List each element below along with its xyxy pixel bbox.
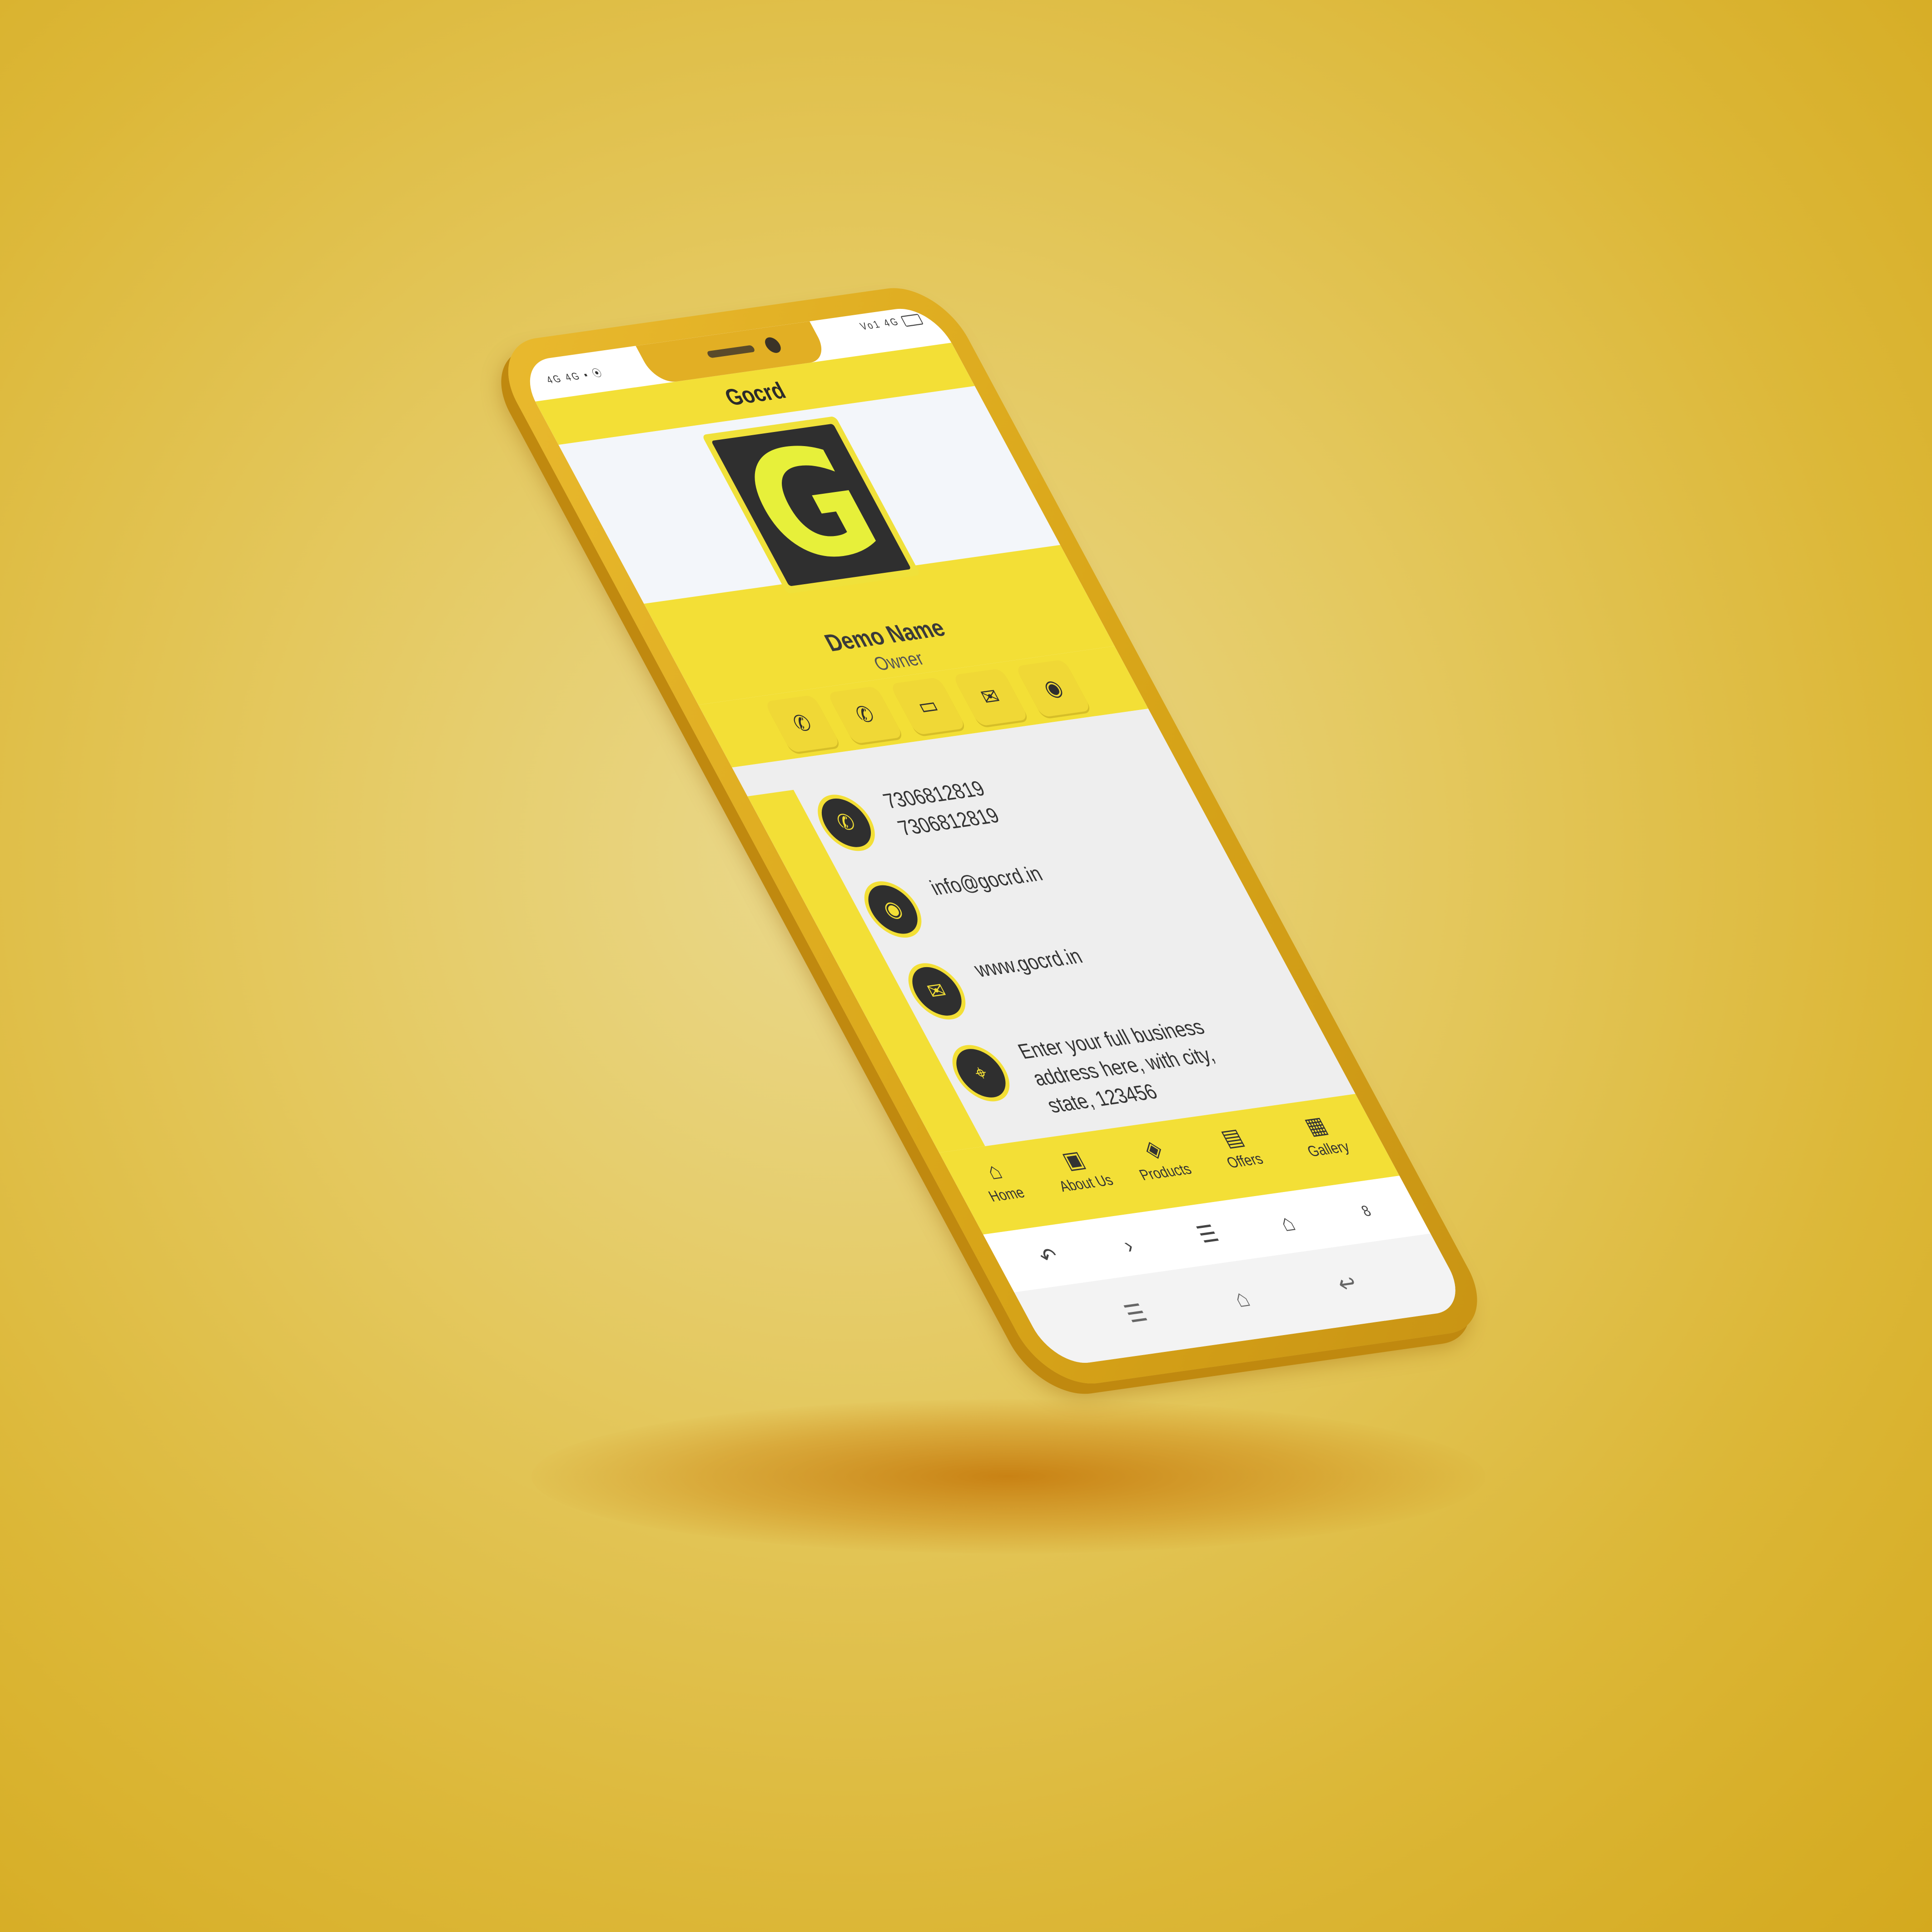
status-network-label: Vo1 4G xyxy=(858,316,902,333)
recent-apps-icon[interactable]: ☰ xyxy=(1108,1295,1164,1334)
phone-body: 4G 4G ▪ ⦿ Vo1 4G Gocrd G Demo Name Owner xyxy=(486,281,1500,1391)
tabs-icon[interactable]: 8 xyxy=(1342,1195,1391,1228)
chrome-icon: ◉ xyxy=(1038,675,1068,701)
system-back-icon[interactable]: ↩ xyxy=(1320,1265,1376,1304)
front-camera xyxy=(762,336,784,354)
phone-icon: ✆ xyxy=(788,710,817,737)
phone-screen: 4G 4G ▪ ⦿ Vo1 4G Gocrd G Demo Name Owner xyxy=(514,304,1471,1368)
phone-mockup: 4G 4G ▪ ⦿ Vo1 4G Gocrd G Demo Name Owner xyxy=(486,281,1500,1391)
nav-about-us[interactable]: ▣ About Us xyxy=(1032,1141,1125,1198)
contact-phone-text: 7306812819 7306812819 xyxy=(878,775,1005,842)
status-signal-right: Vo1 4G xyxy=(858,313,924,333)
battery-icon xyxy=(900,313,924,327)
home-icon[interactable]: ⌂ xyxy=(1262,1206,1311,1240)
nav-gallery[interactable]: ▦ Gallery xyxy=(1275,1106,1367,1164)
nav-home[interactable]: ⌂ Home xyxy=(953,1152,1045,1209)
nav-products[interactable]: ◈ Products xyxy=(1112,1129,1204,1187)
contact-details: ✆ 7306812819 7306812819 ◉ info@gocrd.in … xyxy=(732,708,1356,1153)
whatsapp-icon: ✆ xyxy=(851,701,879,728)
website-button[interactable]: ◉ xyxy=(1015,659,1092,718)
menu-icon[interactable]: ☰ xyxy=(1183,1217,1232,1251)
contact-address-text: Enter your full business address here, w… xyxy=(1013,1014,1219,1117)
call-button[interactable]: ✆ xyxy=(764,695,841,753)
nav-offers[interactable]: ▤ Offers xyxy=(1191,1118,1284,1176)
speaker-grille xyxy=(706,345,756,358)
system-home-icon[interactable]: ⌂ xyxy=(1214,1280,1270,1319)
whatsapp-button[interactable]: ✆ xyxy=(827,686,904,744)
forward-arrow-icon[interactable]: › xyxy=(1104,1228,1153,1262)
status-signal-left: 4G 4G ▪ ⦿ xyxy=(544,367,606,386)
logo-background: G xyxy=(711,413,912,596)
phone-shadow xyxy=(531,1399,1485,1554)
logo-letter: G xyxy=(714,413,908,596)
map-icon: ▭ xyxy=(913,693,943,719)
mail-icon: ✉ xyxy=(976,684,1005,710)
contact-email-text: info@gocrd.in xyxy=(925,861,1047,900)
app-title: Gocrd xyxy=(720,377,790,411)
mail-button[interactable]: ✉ xyxy=(952,668,1029,726)
back-arrow-icon[interactable]: ↶ xyxy=(1024,1240,1073,1273)
contact-website-text: www.gocrd.in xyxy=(969,944,1087,982)
map-button[interactable]: ▭ xyxy=(889,677,967,735)
company-logo: G xyxy=(701,413,921,596)
